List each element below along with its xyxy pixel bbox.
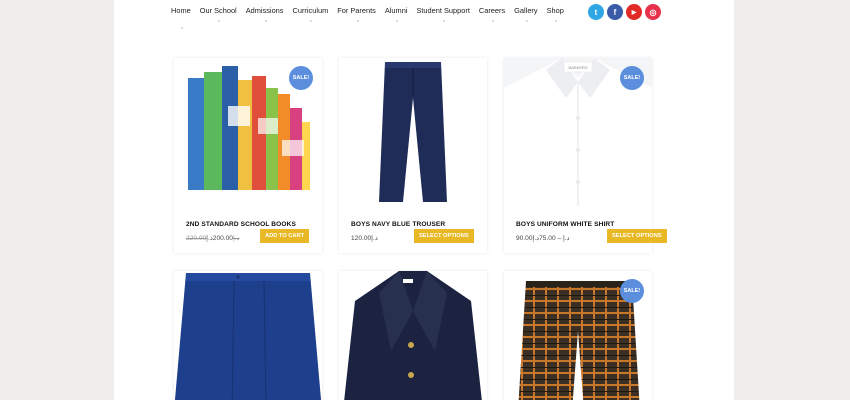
nav-label: Our School xyxy=(199,6,237,15)
facebook-icon[interactable]: f xyxy=(607,4,623,20)
nav-item-admissions[interactable]: Admissions xyxy=(245,6,284,22)
nav-dot xyxy=(264,20,267,22)
main-navigation: Home Our School Admissions Curriculum Fo… xyxy=(114,0,734,29)
product-card: BARKERS SALE! BOYS UNIFORM WHITE SHIRT 9… xyxy=(504,58,667,253)
select-options-button[interactable]: SELECT OPTIONS xyxy=(414,229,474,243)
nav-menu: Home Our School Admissions Curriculum Fo… xyxy=(171,6,573,29)
product-card: SALE! 2ND STANDARD SCHOOL BOOKS 220.00د.… xyxy=(174,58,322,253)
select-options-button[interactable]: SELECT OPTIONS xyxy=(607,229,667,243)
nav-item-home[interactable]: Home xyxy=(171,6,191,29)
nav-item-for-parents[interactable]: For Parents xyxy=(337,6,376,22)
nav-label: Home xyxy=(171,6,191,15)
nav-label: Shop xyxy=(546,6,564,15)
product-price: 90.00د.إ – 75.00د.إ xyxy=(516,235,570,242)
blazer-illustration xyxy=(344,271,482,400)
nav-item-curriculum[interactable]: Curriculum xyxy=(292,6,329,22)
product-image-blazer[interactable] xyxy=(339,271,487,400)
nav-dot xyxy=(180,27,183,29)
trousers-illustration xyxy=(379,62,447,202)
skirt-illustration xyxy=(174,273,322,400)
nav-item-our-school[interactable]: Our School xyxy=(199,6,237,22)
product-image-trousers[interactable] xyxy=(339,58,487,206)
product-price: 120.00د.إ xyxy=(351,235,378,242)
sale-price: 200.00د.إ xyxy=(206,235,233,242)
nav-item-shop[interactable]: Shop xyxy=(546,6,564,22)
nav-label: Curriculum xyxy=(292,6,329,15)
product-card xyxy=(339,271,487,400)
social-links: t f ▶ ◎ xyxy=(588,4,661,20)
nav-item-gallery[interactable]: Gallery xyxy=(514,6,538,22)
nav-dot xyxy=(443,20,446,22)
nav-dot xyxy=(310,20,313,22)
nav-label: For Parents xyxy=(337,6,376,15)
nav-dot xyxy=(356,20,359,22)
product-card: BOYS NAVY BLUE TROUSER 120.00د.إ SELECT … xyxy=(339,58,487,253)
product-card: SALE! xyxy=(504,271,652,400)
product-title[interactable]: BOYS NAVY BLUE TROUSER xyxy=(351,221,445,228)
nav-item-student-support[interactable]: Student Support xyxy=(416,6,470,22)
add-to-cart-button[interactable]: ADD TO CART xyxy=(260,229,310,243)
page-container: Home Our School Admissions Curriculum Fo… xyxy=(114,0,734,400)
nav-label: Student Support xyxy=(416,6,470,15)
nav-item-alumni[interactable]: Alumni xyxy=(384,6,408,22)
svg-text:BARKERS: BARKERS xyxy=(568,65,587,70)
nav-dot xyxy=(555,20,558,22)
sale-badge: SALE! xyxy=(289,66,313,90)
instagram-icon[interactable]: ◎ xyxy=(645,4,661,20)
nav-dot xyxy=(492,20,495,22)
product-image-skirt[interactable] xyxy=(174,271,322,400)
product-title[interactable]: 2ND STANDARD SCHOOL BOOKS xyxy=(186,221,296,228)
product-card xyxy=(174,271,322,400)
product-title[interactable]: BOYS UNIFORM WHITE SHIRT xyxy=(516,221,614,228)
nav-item-careers[interactable]: Careers xyxy=(478,6,506,22)
nav-label: Gallery xyxy=(514,6,538,15)
nav-dot xyxy=(525,20,528,22)
nav-dot xyxy=(218,20,221,22)
twitter-icon[interactable]: t xyxy=(588,4,604,20)
youtube-icon[interactable]: ▶ xyxy=(626,4,642,20)
sale-badge: SALE! xyxy=(620,279,644,303)
nav-label: Alumni xyxy=(384,6,408,15)
sale-badge: SALE! xyxy=(620,66,644,90)
product-image-plaid-shorts[interactable]: SALE! xyxy=(504,271,652,400)
nav-dot xyxy=(396,20,399,22)
nav-label: Admissions xyxy=(245,6,284,15)
product-image-shirt[interactable]: BARKERS SALE! xyxy=(504,58,652,206)
product-image-books[interactable]: SALE! xyxy=(174,58,322,206)
nav-label: Careers xyxy=(478,6,506,15)
product-price: 220.00د.إ200.00د.إ xyxy=(186,234,243,242)
